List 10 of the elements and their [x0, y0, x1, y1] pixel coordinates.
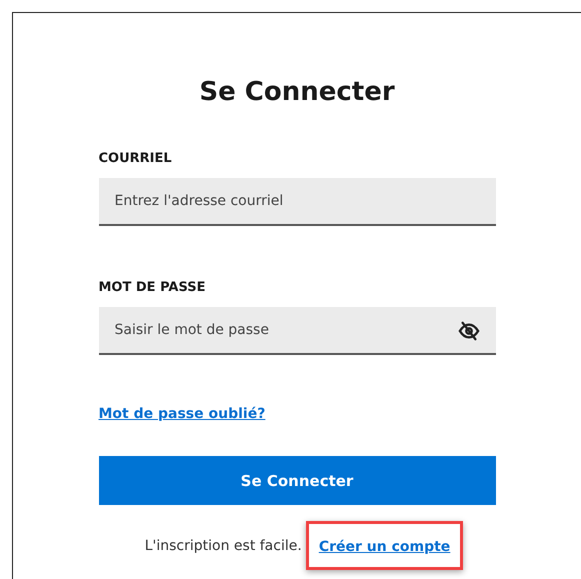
hidden-eye-icon[interactable] — [458, 321, 480, 341]
page-title: Se Connecter — [198, 77, 396, 107]
password-field[interactable]: Saisir le mot de passe — [98, 307, 496, 353]
signup-prompt: L'inscription est facile. — [144, 538, 302, 554]
field-label: MOT DE PASSE — [98, 280, 206, 295]
login-button[interactable]: Se Connecter — [98, 456, 496, 505]
create-account-link[interactable]: Créer un compte — [318, 539, 450, 555]
email-field[interactable]: Entrez l'adresse courriel — [98, 178, 496, 224]
field-label: COURRIEL — [98, 151, 173, 166]
forgot-password-link[interactable]: Mot de passe oublié? — [98, 406, 266, 422]
